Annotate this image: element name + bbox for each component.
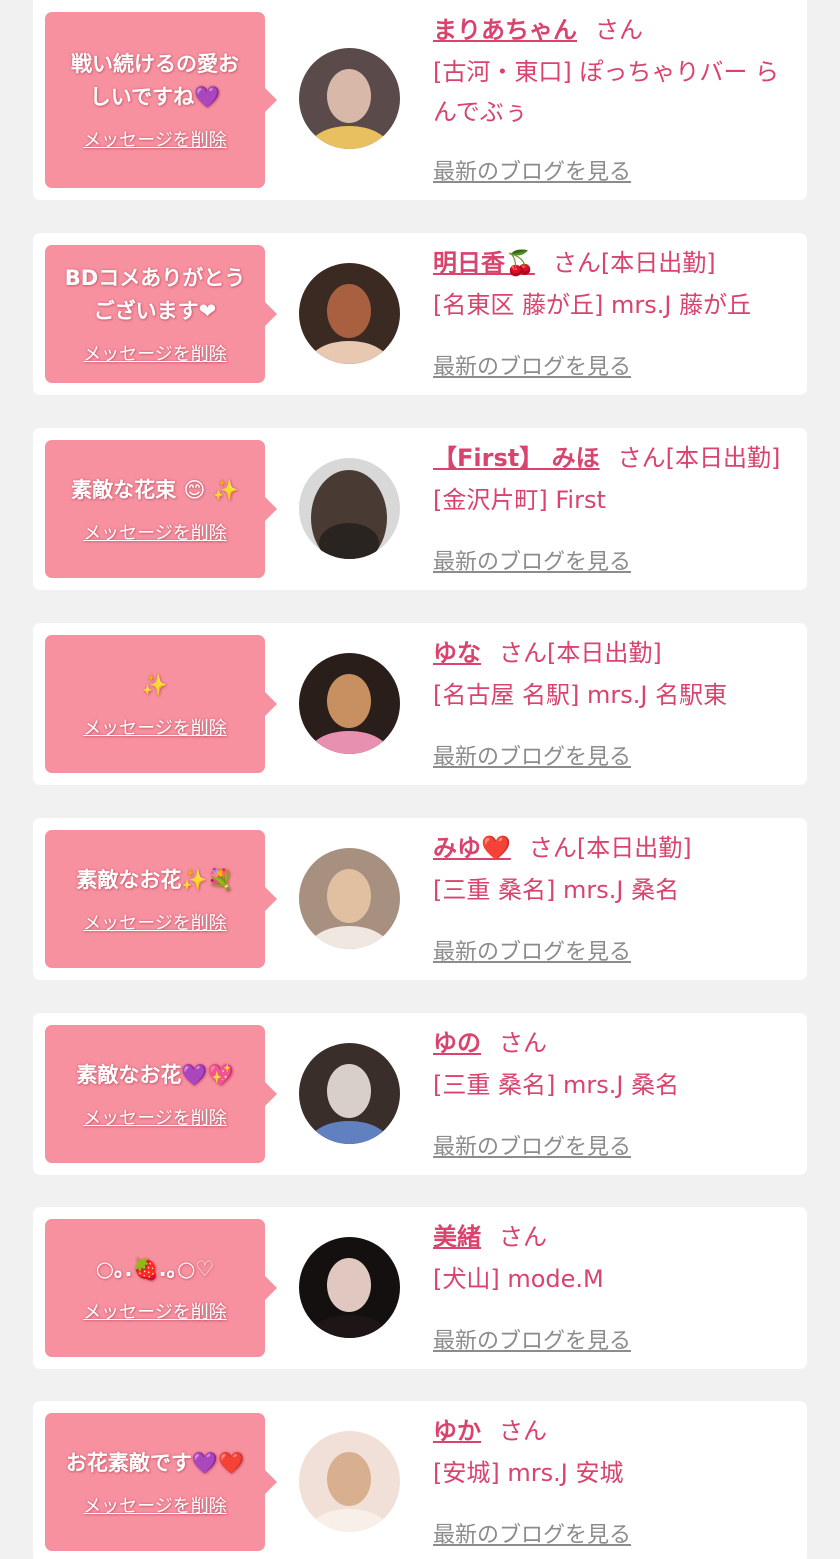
latest-blog-link[interactable]: 最新のブログを見る [433,544,631,576]
profile-name-link[interactable]: まりあちゃん [433,16,577,44]
delete-message-link[interactable]: メッセージを削除 [83,340,227,366]
shop-name: [安城] mrs.J 安城 [433,1459,624,1487]
profile-name-link[interactable]: 【First】 みほ [433,444,600,472]
message-bubble: 素敵なお花💜💖 メッセージを削除 [45,1025,277,1163]
latest-blog-link[interactable]: 最新のブログを見る [433,739,631,771]
delete-message-link[interactable]: メッセージを削除 [83,714,227,740]
profile-info: 美緒 さん [犬山] mode.M [433,1219,789,1299]
message-card: ✨ メッセージを削除 ゆな さん[本日出勤] [名古屋 名駅] mrs.J 名駅東最新の… [33,623,807,785]
name-suffix: さん[本日出勤] [528,834,692,862]
latest-blog-link[interactable]: 最新のブログを見る [433,1323,631,1355]
profile-info: ゆの さん [三重 桑名] mrs.J 桑名 [433,1025,789,1105]
shop-name: [古河・東口] ぽっちゃりバー らんでぶぅ [433,58,779,126]
avatar-photo-woman-auburn-hair [299,263,400,364]
message-list: 戦い続けるの愛お しいですね💜 メッセージを削除 まりあちゃん さん [古河・東口] ぽっ… [0,0,840,1559]
delete-message-link[interactable]: メッセージを削除 [83,126,227,152]
name-line: まりあちゃん さん [433,12,789,48]
message-text-line: ✨ [141,672,169,697]
avatar[interactable] [299,1431,400,1532]
profile-info: ゆか さん [安城] mrs.J 安城 [433,1413,789,1493]
message-bubble: 素敵な花束 😊 ✨ メッセージを削除 [45,440,277,578]
profile-name-link[interactable]: みゆ❤️ [433,834,511,862]
name-suffix: さん [499,1029,547,1057]
name-suffix: さん [499,1223,547,1251]
name-suffix: さん[本日出勤] [552,249,716,277]
avatar-photo-blonde-curls [299,848,400,949]
name-suffix: さん [499,1417,547,1445]
profile-info: まりあちゃん さん [古河・東口] ぽっちゃりバー らんでぶぅ [433,12,789,132]
message-bubble: お花素敵です💜❤️ メッセージを削除 [45,1413,277,1551]
latest-blog-link[interactable]: 最新のブログを見る [433,1517,631,1549]
message-bubble: 戦い続けるの愛お しいですね💜 メッセージを削除 [45,12,277,188]
name-suffix: さん[本日出勤] [617,444,781,472]
delete-message-link[interactable]: メッセージを削除 [83,519,227,545]
avatar[interactable] [299,1043,400,1144]
delete-message-link[interactable]: メッセージを削除 [83,1104,227,1130]
name-line: みゆ❤️ さん[本日出勤] [433,830,789,866]
message-text-line: 素敵なお花💜💖 [76,1062,234,1087]
delete-message-link[interactable]: メッセージを削除 [83,909,227,935]
profile-name-link[interactable]: ゆな [433,639,481,667]
profile-name-link[interactable]: 美緒 [433,1223,481,1251]
name-suffix: さん[本日出勤] [499,639,662,667]
shop-name: [名東区 藤が丘] mrs.J 藤が丘 [433,291,752,319]
avatar-photo-curly-hair-back [299,458,400,559]
profile-info: 【First】 みほ さん[本日出勤] [金沢片町] First [433,440,789,520]
avatar-photo-happy-text [299,48,400,149]
message-bubble: ✨ メッセージを削除 [45,635,277,773]
avatar-photo-dark-hair-bangs [299,1237,400,1338]
name-line: ゆな さん[本日出勤] [433,635,789,671]
message-card: お花素敵です💜❤️ メッセージを削除 ゆか さん [安城] mrs.J 安城最新のブログ… [33,1401,807,1559]
message-bubble: ○｡.🍓.｡○♡ メッセージを削除 [45,1219,277,1357]
message-text-line: BDコメありがとう [64,266,246,290]
avatar-photo-card-over-face [299,1043,400,1144]
name-line: 美緒 さん [433,1219,789,1255]
latest-blog-link[interactable]: 最新のブログを見る [433,349,631,381]
message-text-line: ございます❤ [93,299,217,323]
message-text-line: 素敵な花束 😊 ✨ [71,477,239,502]
message-card: 素敵な花束 😊 ✨ メッセージを削除 【First】 みほ さん[本日出勤] [金沢片町… [33,428,807,590]
shop-name: [金沢片町] First [433,486,606,514]
delete-message-link[interactable]: メッセージを削除 [83,1298,227,1324]
latest-blog-link[interactable]: 最新のブログを見る [433,1129,631,1161]
profile-info: 明日香🍒 さん[本日出勤] [名東区 藤が丘] mrs.J 藤が丘 [433,245,789,325]
message-card: ○｡.🍓.｡○♡ メッセージを削除 美緒 さん [犬山] mode.M 最新のブログを見る [33,1207,807,1369]
message-text-line: お花素敵です💜❤️ [65,1450,245,1475]
avatar-photo-blonde-selfie [299,1431,400,1532]
name-line: ゆか さん [433,1413,789,1449]
profile-name-link[interactable]: ゆの [433,1029,481,1057]
message-card: 素敵なお花💜💖 メッセージを削除 ゆの さん [三重 桑名] mrs.J 桑名最新のブロ… [33,1013,807,1175]
message-text-line: しいですね💜 [89,85,221,109]
name-line: ゆの さん [433,1025,789,1061]
avatar[interactable] [299,653,400,754]
message-text-line: 素敵なお花✨💐 [76,867,234,892]
message-text-line: 戦い続けるの愛お [71,52,239,76]
message-card: 素敵なお花✨💐 メッセージを削除 みゆ❤️ さん[本日出勤] [三重 桑名] mrs.J… [33,818,807,980]
profile-name-link[interactable]: ゆか [433,1417,481,1445]
name-suffix: さん [595,16,643,44]
profile-info: みゆ❤️ さん[本日出勤] [三重 桑名] mrs.J 桑名 [433,830,789,910]
message-bubble: BDコメありがとう ございます❤ メッセージを削除 [45,245,277,383]
name-line: 明日香🍒 さん[本日出勤] [433,245,789,281]
avatar[interactable] [299,458,400,559]
message-text-line: ○｡.🍓.｡○♡ [95,1256,215,1281]
shop-name: [三重 桑名] mrs.J 桑名 [433,1071,680,1099]
avatar[interactable] [299,1237,400,1338]
message-card: BDコメありがとう ございます❤ メッセージを削除 明日香🍒 さん[本日出勤] [名東区 … [33,233,807,395]
message-card: 戦い続けるの愛お しいですね💜 メッセージを削除 まりあちゃん さん [古河・東口] ぽっ… [33,0,807,200]
profile-name-link[interactable]: 明日香🍒 [433,249,535,277]
delete-message-link[interactable]: メッセージを削除 [83,1492,227,1518]
message-bubble: 素敵なお花✨💐 メッセージを削除 [45,830,277,968]
name-line: 【First】 みほ さん[本日出勤] [433,440,789,476]
avatar-photo-pink-mask [299,653,400,754]
shop-name: [三重 桑名] mrs.J 桑名 [433,876,680,904]
latest-blog-link[interactable]: 最新のブログを見る [433,154,631,186]
profile-info: ゆな さん[本日出勤] [名古屋 名駅] mrs.J 名駅東 [433,635,789,715]
latest-blog-link[interactable]: 最新のブログを見る [433,934,631,966]
avatar[interactable] [299,48,400,149]
avatar[interactable] [299,848,400,949]
avatar[interactable] [299,263,400,364]
shop-name: [名古屋 名駅] mrs.J 名駅東 [433,681,728,709]
shop-name: [犬山] mode.M [433,1265,604,1293]
